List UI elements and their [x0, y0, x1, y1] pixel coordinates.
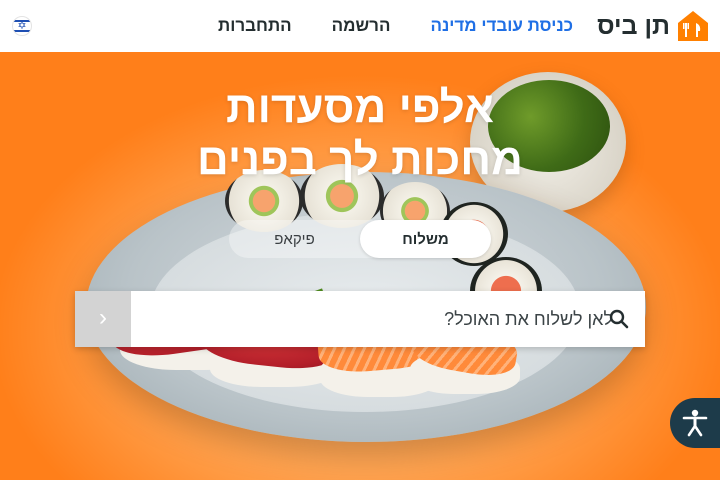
israel-flag-icon[interactable]: ✡ [12, 16, 32, 36]
delivery-tab[interactable]: משלוח [360, 220, 491, 258]
chevron-right-icon: › [99, 304, 107, 331]
top-header: תן ביס כניסת עובדי מדינה הרשמה התחברות ✡ [0, 0, 720, 52]
accessibility-button[interactable] [670, 398, 720, 448]
house-fork-knife-icon [676, 9, 710, 43]
hero-headline: אלפי מסעדות מחכות לך בפנים [0, 82, 720, 186]
search-submit-button[interactable]: › [75, 291, 131, 347]
hero-section: אלפי מסעדות מחכות לך בפנים משלוח פיקאפ › [0, 52, 720, 480]
pickup-tab[interactable]: פיקאפ [229, 220, 360, 258]
hero-headline-line1: אלפי מסעדות [226, 83, 494, 132]
hero-headline-line2: מחכות לך בפנים [197, 135, 523, 184]
nav-login-link[interactable]: התחברות [218, 16, 292, 36]
nav-gov-employees-link[interactable]: כניסת עובדי מדינה [430, 16, 573, 36]
brand-name: תן ביס [597, 11, 670, 40]
address-search-input[interactable] [131, 291, 619, 347]
nav-register-link[interactable]: הרשמה [332, 16, 391, 36]
magnifier-icon [609, 309, 629, 329]
address-search-bar: › [75, 291, 645, 347]
brand-logo[interactable]: תן ביס [597, 9, 710, 43]
delivery-mode-toggle: משלוח פיקאפ [229, 220, 491, 258]
accessibility-person-icon [682, 409, 708, 437]
